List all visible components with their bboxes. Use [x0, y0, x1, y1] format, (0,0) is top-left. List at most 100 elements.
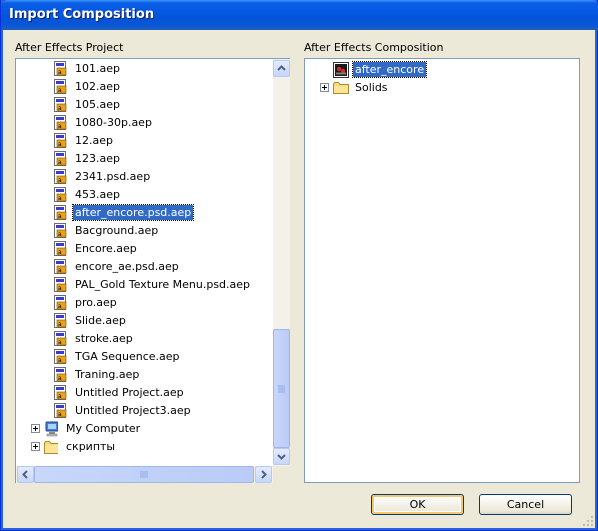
- file-label: Untitled Project.aep: [75, 386, 184, 399]
- tree-item-scripts-folder[interactable]: скрипты: [44, 438, 117, 456]
- scroll-right-button[interactable]: [255, 466, 272, 483]
- project-panel-label: After Effects Project: [15, 41, 124, 54]
- tree-item-aep-file[interactable]: a TGA Sequence.aep: [54, 348, 182, 366]
- file-label: 453.aep: [75, 188, 120, 201]
- expand-toggle[interactable]: [31, 424, 40, 433]
- composition-tree[interactable]: after_encore Solids: [304, 58, 580, 483]
- tree-item-aep-file[interactable]: a Untitled Project3.aep: [54, 402, 193, 420]
- file-label: stroke.aep: [75, 332, 133, 345]
- chevron-right-icon: [261, 470, 267, 479]
- tree-item-aep-file[interactable]: a Encore.aep: [54, 240, 139, 258]
- svg-text:a: a: [58, 87, 62, 94]
- file-label: Bacground.aep: [75, 224, 159, 237]
- scroll-left-button[interactable]: [17, 466, 34, 483]
- tree-item-aep-file[interactable]: a 105.aep: [54, 96, 122, 114]
- aep-file-icon: a: [54, 313, 67, 328]
- chevron-left-icon: [22, 470, 28, 479]
- tree-item-aep-file[interactable]: a 2341.psd.aep: [54, 168, 152, 186]
- tree-item-aep-file[interactable]: a 1080-30p.aep: [54, 114, 154, 132]
- tree-item-aep-file[interactable]: a 123.aep: [54, 150, 122, 168]
- file-label: 123.aep: [75, 152, 120, 165]
- ok-button[interactable]: OK: [371, 494, 464, 515]
- title-bar[interactable]: Import Composition: [1, 0, 598, 30]
- svg-text:a: a: [58, 267, 62, 274]
- folder-icon: [44, 441, 58, 454]
- file-label: Slide.aep: [75, 314, 126, 327]
- scroll-down-button[interactable]: [273, 448, 290, 465]
- tree-item-aep-file[interactable]: a stroke.aep: [54, 330, 135, 348]
- tree-item-aep-file[interactable]: a 453.aep: [54, 186, 122, 204]
- svg-text:a: a: [58, 303, 62, 310]
- file-label: Traning.aep: [75, 368, 140, 381]
- aep-file-icon: a: [54, 187, 67, 202]
- svg-text:a: a: [58, 321, 62, 328]
- project-tree-horizontal-scrollbar[interactable]: [16, 466, 273, 483]
- tree-item-aep-file[interactable]: a encore_ae.psd.aep: [54, 258, 181, 276]
- resize-grip-icon[interactable]: [582, 515, 594, 527]
- svg-text:a: a: [58, 213, 62, 220]
- tree-item-aep-file[interactable]: a Untitled Project.aep: [54, 384, 186, 402]
- svg-text:a: a: [58, 195, 62, 202]
- solids-expand-toggle[interactable]: [320, 83, 329, 92]
- aep-file-icon: a: [54, 223, 67, 238]
- dialog-title: Import Composition: [9, 7, 155, 22]
- composition-icon: [333, 62, 349, 78]
- grip-lines-icon: [278, 385, 285, 393]
- aep-file-icon: a: [54, 241, 67, 256]
- aep-file-icon: a: [54, 169, 67, 184]
- aep-file-icon: a: [54, 295, 67, 310]
- aep-file-icon: a: [54, 331, 67, 346]
- aep-file-icon: a: [54, 133, 67, 148]
- aep-file-icon: a: [54, 259, 67, 274]
- scroll-up-button[interactable]: [273, 60, 290, 77]
- chevron-up-icon: [277, 65, 286, 71]
- tree-item-aep-file[interactable]: a 101.aep: [54, 60, 122, 78]
- tree-item-aep-file[interactable]: a PAL_Gold Texture Menu.psd.aep: [54, 276, 252, 294]
- svg-text:a: a: [58, 177, 62, 184]
- tree-item-aep-file[interactable]: a after_encore.psd.aep: [54, 204, 195, 222]
- horizontal-scroll-thumb[interactable]: [34, 466, 254, 483]
- solids-label: Solids: [355, 81, 388, 94]
- file-label: Untitled Project3.aep: [75, 404, 191, 417]
- svg-text:a: a: [58, 159, 62, 166]
- scroll-thumb[interactable]: [273, 329, 290, 448]
- tree-item-after-encore[interactable]: after_encore: [333, 61, 428, 79]
- svg-text:a: a: [58, 105, 62, 112]
- project-tree-vertical-scrollbar[interactable]: [273, 59, 290, 466]
- aep-file-icon: a: [54, 97, 67, 112]
- aep-file-icon: a: [54, 277, 67, 292]
- folder-icon: [333, 82, 349, 94]
- file-label: encore_ae.psd.aep: [75, 260, 179, 273]
- aep-file-icon: a: [54, 385, 67, 400]
- tree-item-solids[interactable]: Solids: [333, 79, 390, 97]
- expand-toggle[interactable]: [31, 442, 40, 451]
- aep-file-icon: a: [54, 205, 67, 220]
- grip-lines-icon: [140, 471, 148, 478]
- tree-item-my-computer[interactable]: My Computer: [44, 420, 142, 438]
- file-label: 2341.psd.aep: [75, 170, 151, 183]
- svg-text:a: a: [58, 249, 62, 256]
- tree-item-aep-file[interactable]: a Traning.aep: [54, 366, 141, 384]
- svg-text:a: a: [58, 375, 62, 382]
- file-label: 102.aep: [75, 80, 120, 93]
- svg-text:a: a: [58, 69, 62, 76]
- cancel-button[interactable]: Cancel: [479, 494, 572, 515]
- svg-text:a: a: [58, 285, 62, 292]
- svg-text:a: a: [58, 231, 62, 238]
- tree-item-aep-file[interactable]: a Bacground.aep: [54, 222, 160, 240]
- import-composition-dialog: Import Composition After Effects Project…: [0, 0, 598, 531]
- file-label: after_encore.psd.aep: [71, 204, 195, 221]
- svg-text:a: a: [58, 339, 62, 346]
- file-label: TGA Sequence.aep: [75, 350, 180, 363]
- tree-item-aep-file[interactable]: a 102.aep: [54, 78, 122, 96]
- svg-text:a: a: [58, 141, 62, 148]
- aep-file-icon: a: [54, 349, 67, 364]
- file-label: 12.aep: [75, 134, 113, 147]
- file-label: 1080-30p.aep: [75, 116, 152, 129]
- tree-item-aep-file[interactable]: a Slide.aep: [54, 312, 128, 330]
- tree-item-aep-file[interactable]: a pro.aep: [54, 294, 119, 312]
- aep-file-icon: a: [54, 151, 67, 166]
- project-tree[interactable]: a 101.aep a 102.aep a 105.aep a 1080-30p.aep a 12…: [15, 58, 290, 483]
- aep-file-icon: a: [54, 367, 67, 382]
- tree-item-aep-file[interactable]: a 12.aep: [54, 132, 115, 150]
